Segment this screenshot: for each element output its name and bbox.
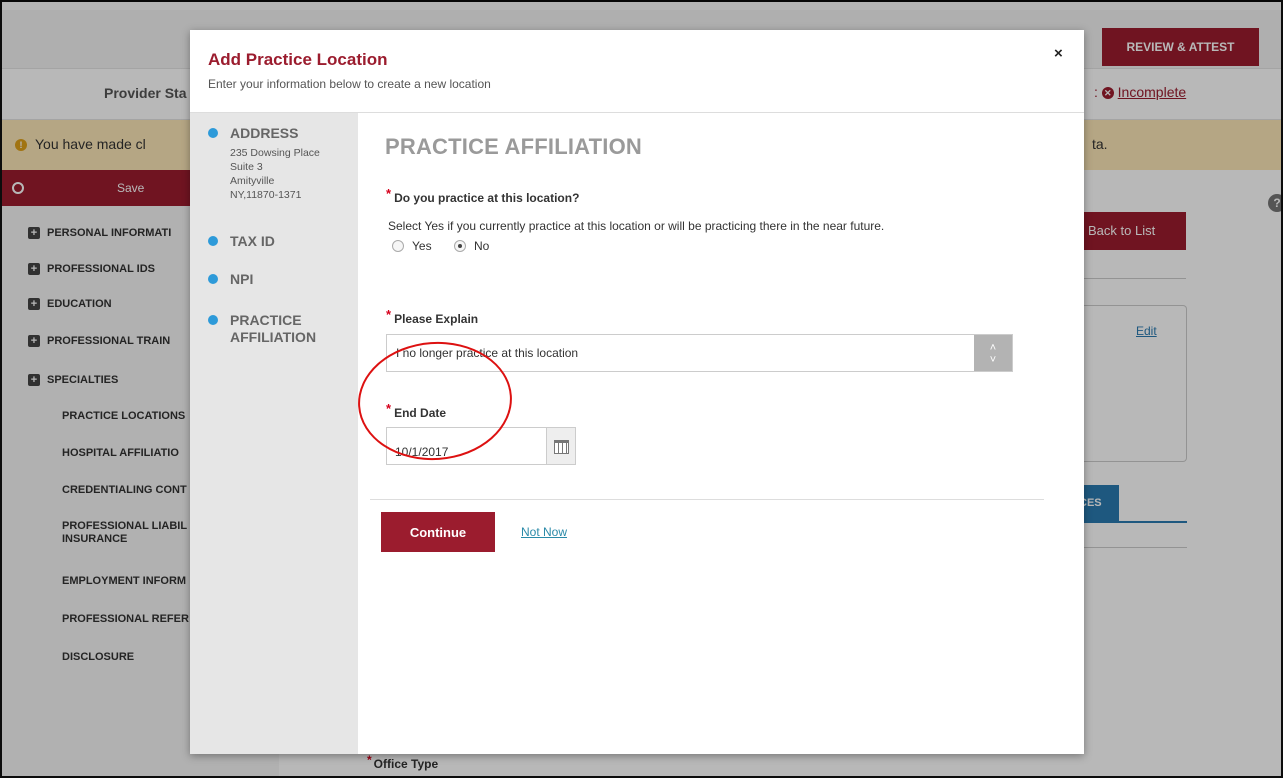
address-line: Amityville [230, 175, 275, 187]
address-line: 235 Dowsing Place [230, 147, 320, 159]
practice-question-label: * Do you practice at this location? [386, 186, 580, 205]
required-marker: * [386, 186, 392, 201]
step-label-line: AFFILIATION [230, 329, 317, 345]
practice-question-text: Do you practice at this location? [394, 191, 580, 205]
address-line: Suite 3 [230, 161, 263, 173]
not-now-link[interactable]: Not Now [521, 525, 567, 539]
step-address-details: 235 Dowsing Place Suite 3 Amityville NY,… [230, 146, 320, 202]
step-label: TAX ID [230, 233, 275, 249]
radio-no[interactable]: No [454, 239, 489, 253]
address-line: NY,11870-1371 [230, 189, 302, 201]
modal-title: Add Practice Location [208, 50, 388, 69]
step-dot-icon [208, 274, 218, 284]
step-label: ADDRESS [230, 125, 299, 141]
wizard-steps: ADDRESS 235 Dowsing Place Suite 3 Amityv… [190, 113, 358, 754]
step-label: PRACTICE AFFILIATION [230, 312, 316, 346]
select-arrows-icon[interactable]: ˄ ˅ [974, 335, 1012, 371]
practice-question-help: Select Yes if you currently practice at … [388, 219, 885, 233]
radio-yes-label: Yes [412, 239, 432, 253]
radio-yes-circle[interactable] [392, 240, 404, 252]
radio-no-circle[interactable] [454, 240, 466, 252]
step-label-line: PRACTICE [230, 312, 302, 328]
radio-yes[interactable]: Yes [392, 239, 432, 253]
calendar-icon [554, 440, 569, 454]
calendar-button[interactable] [546, 427, 576, 465]
radio-no-label: No [474, 239, 490, 253]
step-dot-icon [208, 236, 218, 246]
required-marker: * [386, 307, 392, 322]
modal-subtitle: Enter your information below to create a… [208, 77, 491, 91]
please-explain-label: * Please Explain [386, 307, 479, 326]
add-practice-location-modal: Add Practice Location Enter your informa… [190, 30, 1084, 754]
step-dot-icon [208, 128, 218, 138]
step-label: NPI [230, 271, 254, 287]
close-icon[interactable]: × [1054, 45, 1063, 62]
form-divider [370, 499, 1044, 500]
continue-button[interactable]: Continue [381, 512, 495, 552]
please-explain-text: Please Explain [394, 312, 479, 326]
section-title: PRACTICE AFFILIATION [385, 134, 642, 159]
step-dot-icon [208, 315, 218, 325]
